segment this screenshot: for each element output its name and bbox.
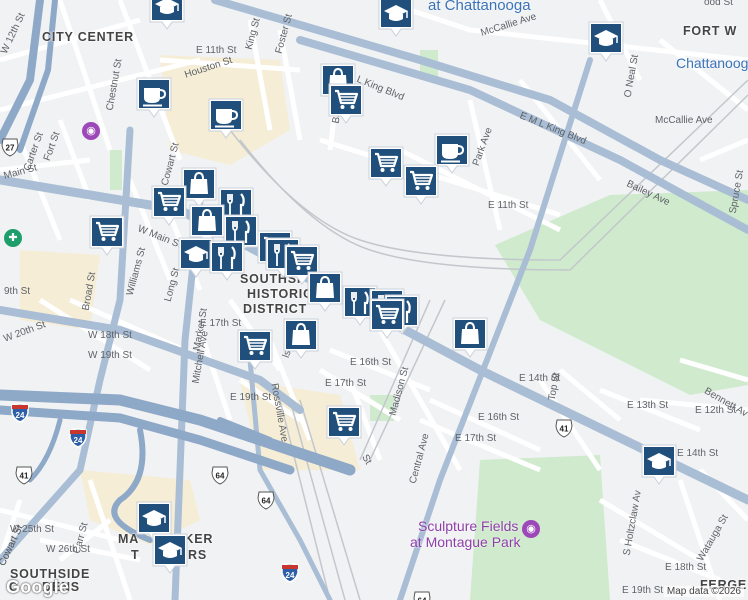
svg-text:64: 64 — [262, 497, 271, 506]
street-label: E 14th St — [677, 448, 719, 459]
map-pin-graduation-cap[interactable] — [587, 20, 625, 62]
svg-text:24: 24 — [286, 571, 295, 580]
street-label: E 16th St — [350, 357, 392, 368]
map-pin-graduation-cap[interactable] — [151, 532, 189, 574]
poi-label-utc[interactable]: at Chattanooga — [428, 0, 531, 14]
interstate-shield-icon: 24 — [280, 563, 300, 588]
museum-icon[interactable]: ◉ — [82, 122, 100, 140]
map-canvas[interactable]: CITY CENTER FORT W SOUTHSI HISTORIC DIST… — [0, 0, 748, 600]
map-pin-shopping-bag[interactable] — [282, 317, 320, 359]
us-route-shield-icon: 41 — [14, 465, 34, 490]
street-label: E 17th St — [455, 433, 497, 444]
area-label-southside-historic: DISTRICT — [243, 302, 308, 316]
svg-text:24: 24 — [16, 411, 25, 420]
map-attribution[interactable]: Map data ©2026 — [663, 586, 744, 597]
svg-text:41: 41 — [20, 472, 29, 481]
street-label: E 19th St — [230, 392, 272, 403]
area-label-fort-wood: FORT W — [683, 24, 738, 38]
map-pin-coffee-cup[interactable] — [135, 76, 173, 118]
us-route-shield-icon: 64 — [210, 465, 230, 490]
map-pin-shopping-cart[interactable] — [367, 145, 405, 187]
poi-label-sculpture-fields[interactable]: Sculpture Fields — [418, 518, 518, 534]
google-logo: Google — [6, 577, 70, 597]
map-pin-coffee-cup[interactable] — [207, 97, 245, 139]
street-label: E 11th St — [488, 200, 529, 211]
us-route-shield-icon: 27 — [0, 137, 20, 162]
area-label-city-center: CITY CENTER — [42, 30, 134, 44]
street-label: W 18th St — [88, 330, 132, 341]
map-pin-shopping-cart[interactable] — [402, 163, 440, 205]
map-pin-shopping-cart[interactable] — [150, 184, 188, 226]
map-pin-shopping-cart[interactable] — [325, 404, 363, 446]
park-area — [495, 190, 748, 395]
hospital-icon[interactable]: ✚ — [4, 229, 22, 247]
map-pin-shopping-cart[interactable] — [327, 82, 365, 124]
map-pin-shopping-cart[interactable] — [236, 328, 274, 370]
poi-label-chattanooga[interactable]: Chattanoog — [676, 55, 748, 71]
svg-text:24: 24 — [74, 436, 83, 445]
poi-label-sculpture-fields[interactable]: at Montague Park — [410, 534, 521, 550]
us-route-shield-icon: 64 — [256, 490, 276, 515]
street-label: E 13th St — [627, 400, 669, 411]
svg-text:64: 64 — [216, 472, 225, 481]
area-label-main-street: T — [131, 548, 140, 562]
interstate-shield-icon: 24 — [68, 428, 88, 453]
street-label: McCallie Ave — [655, 115, 713, 126]
map-pin-shopping-cart[interactable] — [88, 214, 126, 256]
svg-text:27: 27 — [6, 144, 15, 153]
area-label-main-street: RS — [188, 548, 207, 562]
map-pin-graduation-cap[interactable] — [640, 443, 678, 485]
street-label: W 19th St — [88, 350, 132, 361]
park-area — [110, 150, 122, 190]
svg-text:64: 64 — [418, 597, 427, 600]
area-label-southside-historic: HISTORIC — [247, 287, 313, 301]
us-route-shield-icon: 41 — [554, 418, 574, 443]
street-label: 9th St — [4, 286, 31, 297]
map-pin-fork-knife[interactable] — [208, 239, 246, 281]
street-label: E 16th St — [478, 412, 520, 423]
street-label: E 19th St — [622, 585, 664, 596]
map-pin-graduation-cap[interactable] — [148, 0, 186, 30]
map-pin-shopping-bag[interactable] — [451, 316, 489, 358]
map-pin-shopping-cart[interactable] — [368, 297, 406, 339]
street-label: E 17th St — [200, 318, 242, 329]
museum-icon[interactable]: ◉ — [522, 520, 540, 538]
us-route-shield-icon: 64 — [412, 590, 432, 600]
map-pin-graduation-cap[interactable] — [377, 0, 415, 37]
street-label: ood St — [704, 0, 733, 8]
interstate-shield-icon: 24 — [10, 403, 30, 428]
svg-text:41: 41 — [560, 425, 569, 434]
map-pin-shopping-bag[interactable] — [306, 270, 344, 312]
street-label: E 18th St — [665, 562, 707, 573]
street-label: E 17th St — [325, 378, 367, 389]
